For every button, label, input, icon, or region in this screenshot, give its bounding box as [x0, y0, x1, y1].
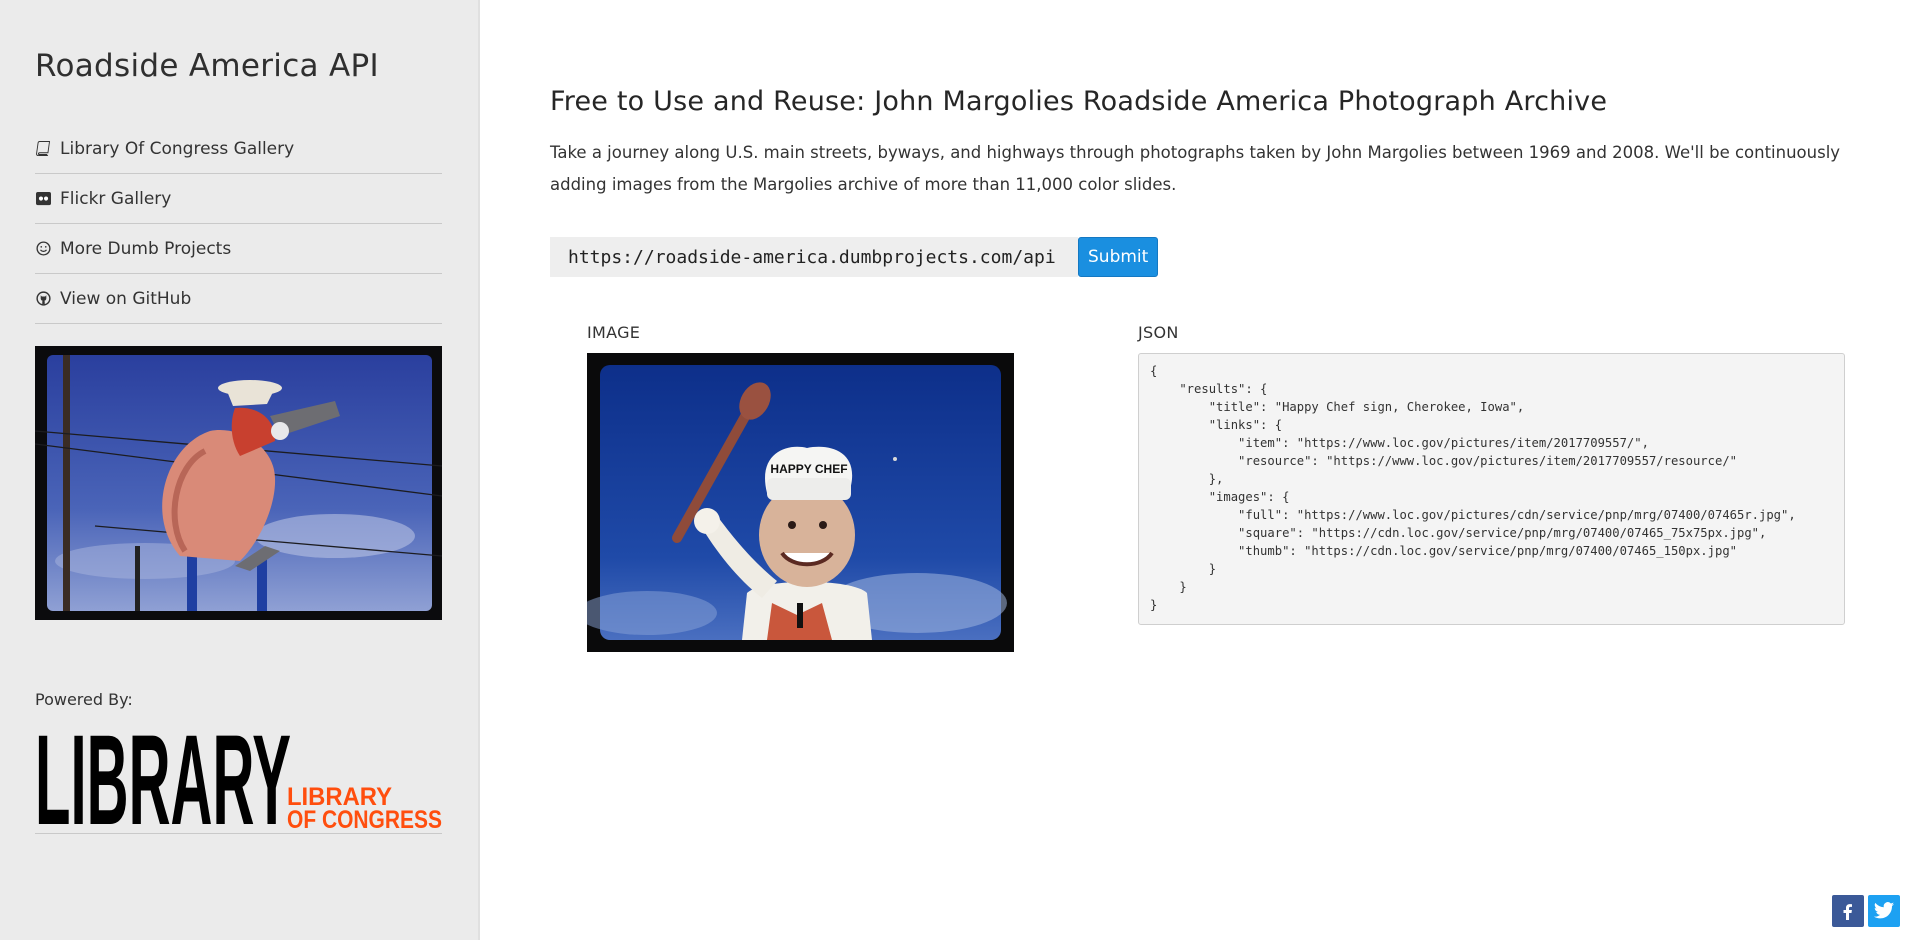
sidebar: Roadside America API Library Of Congress…: [0, 0, 480, 940]
flickr-icon: [35, 191, 51, 207]
nav-label: More Dumb Projects: [60, 238, 232, 259]
twitter-icon: [1873, 902, 1895, 919]
library-of-congress-logo[interactable]: LIBRARY LIBRARY OF CONGRESS: [35, 709, 442, 852]
nav-label: Flickr Gallery: [60, 188, 172, 209]
facebook-icon: [1843, 904, 1852, 920]
nav-item-github[interactable]: View on GitHub: [35, 274, 442, 324]
nav-item-loc-gallery[interactable]: Library Of Congress Gallery: [35, 124, 442, 174]
submit-button[interactable]: Submit: [1078, 237, 1159, 277]
nav-label: View on GitHub: [60, 288, 192, 309]
nav-item-flickr-gallery[interactable]: Flickr Gallery: [35, 174, 442, 224]
nav-label: Library Of Congress Gallery: [60, 138, 295, 159]
image-column-label: IMAGE: [587, 323, 641, 342]
sidebar-nav: Library Of Congress Gallery Flickr Galle…: [35, 124, 442, 324]
sidebar-photo[interactable]: [34, 346, 443, 620]
page-title: Free to Use and Reuse: John Margolies Ro…: [550, 86, 1608, 117]
intro-text: Take a journey along U.S. main streets, …: [550, 143, 1841, 194]
facebook-share-button[interactable]: [1832, 895, 1864, 927]
book-icon: [35, 141, 51, 157]
github-icon: [35, 291, 51, 307]
svg-text:LIBRARY: LIBRARY: [35, 722, 291, 834]
result-image[interactable]: HAPPY CHEF: [577, 353, 1014, 652]
api-form: https://roadside-america.dumbprojects.co…: [550, 237, 1159, 277]
json-output[interactable]: { "results": { "title": "Happy Chef sign…: [1138, 353, 1845, 625]
api-url-field[interactable]: https://roadside-america.dumbprojects.co…: [550, 237, 1078, 277]
divider: [35, 833, 442, 834]
nav-item-more-projects[interactable]: More Dumb Projects: [35, 224, 442, 274]
smile-icon: [35, 241, 51, 257]
sign-text: HAPPY CHEF: [770, 462, 847, 476]
twitter-share-button[interactable]: [1868, 895, 1900, 927]
site-title[interactable]: Roadside America API: [35, 48, 379, 84]
svg-text:OF CONGRESS: OF CONGRESS: [287, 806, 442, 834]
json-column-label: JSON: [1138, 323, 1179, 342]
powered-by-label: Powered By:: [35, 690, 133, 709]
